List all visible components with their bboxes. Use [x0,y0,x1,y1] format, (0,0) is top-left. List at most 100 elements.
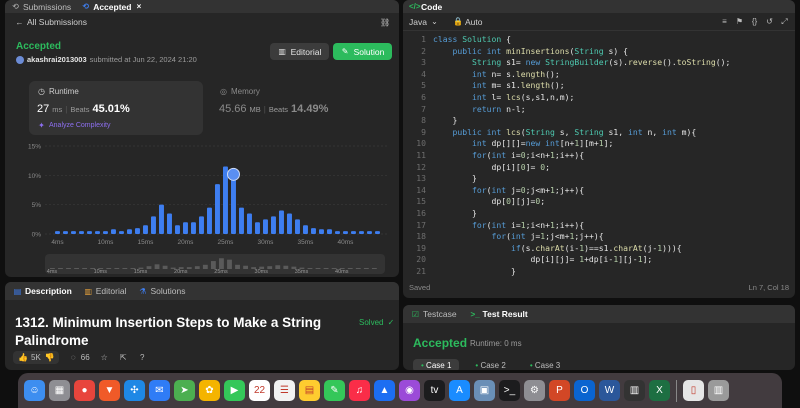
chart-bar[interactable] [279,210,284,234]
memory-card[interactable]: ◎ Memory 45.66 MB | Beats 14.49% [211,81,385,135]
code-line[interactable]: 3 String s1= new StringBuilder(s).revers… [403,57,795,69]
chart-bar[interactable] [63,231,68,234]
chart-bar[interactable] [87,231,92,234]
photos-icon[interactable]: ✿ [199,380,220,401]
calendar-icon[interactable]: 22 [249,380,270,401]
chart-bar[interactable] [207,207,212,234]
line-number[interactable]: 7 [403,104,433,116]
notes-icon[interactable]: ▤ [299,380,320,401]
code-line[interactable]: 5 int m= s1.length(); [403,80,795,92]
preview-icon[interactable]: ▣ [474,380,495,401]
code-line[interactable]: 14 for(int j=0;j<m+1;j++){ [403,185,795,197]
safari-icon[interactable]: ✣ [124,380,145,401]
chart-bar[interactable] [183,222,188,234]
piano-icon[interactable]: ▥ [624,380,645,401]
code-line[interactable]: 12 dp[i][0]= 0; [403,162,795,174]
case-tab-1[interactable]: • Case 1 [413,359,460,370]
chart-bar[interactable] [175,225,180,234]
chart-bar[interactable] [239,207,244,234]
avatar[interactable] [16,55,24,64]
line-number[interactable]: 1 [403,34,433,46]
code-line[interactable]: 9 public int lcs(String s, String s1, in… [403,127,795,139]
chart-bar[interactable] [111,229,116,234]
runtime-distribution-chart[interactable]: 0% 5% 10% 15% 4ms 10ms 15ms 20ms 25ms 30ms 35ms 40m… [13,138,393,250]
powerpoint-icon[interactable]: P [549,380,570,401]
chart-bar[interactable] [231,175,236,234]
finder-icon[interactable]: ☺ [24,380,45,401]
line-number[interactable]: 4 [403,69,433,81]
line-number[interactable]: 6 [403,92,433,104]
chart-bar[interactable] [191,222,196,234]
chart-bar[interactable] [303,225,308,234]
code-line[interactable]: 10 int dp[][]=new int[n+1][m+1]; [403,138,795,150]
chart-bar[interactable] [255,222,260,234]
code-line[interactable]: 7 return n-l; [403,104,795,116]
line-number[interactable]: 13 [403,173,433,185]
line-number[interactable]: 10 [403,138,433,150]
document-icon[interactable]: ▯ [683,380,704,401]
reminders-icon[interactable]: ☰ [274,380,295,401]
facetime-icon[interactable]: ▶ [224,380,245,401]
line-number[interactable]: 8 [403,115,433,127]
solution-button[interactable]: ✎ Solution [333,43,392,60]
code-line[interactable]: 20 dp[i][j]= 1+dp[i-1][j-1]; [403,254,795,266]
code-line[interactable]: 6 int l= lcs(s,s1,n,m); [403,92,795,104]
code-line[interactable]: 19 if(s.charAt(i-1)==s1.charAt(j-1))){ [403,243,795,255]
reset-icon[interactable]: ↺ [765,17,774,26]
chart-bar[interactable] [327,229,332,234]
author-name[interactable]: akashrai2013003 [27,55,87,64]
messages-icon[interactable]: ✎ [324,380,345,401]
thumbs-down-icon[interactable]: 👎 [45,353,55,362]
outlook-icon[interactable]: O [574,380,595,401]
editorial-button[interactable]: ▥ Editorial [270,43,329,60]
your-submission-marker[interactable] [226,167,240,181]
keynote-icon[interactable]: ▲ [374,380,395,401]
chart-bar[interactable] [199,216,204,234]
chart-bar[interactable] [295,219,300,234]
code-line[interactable]: 8 } [403,115,795,127]
code-line[interactable]: 15 dp[0][j]=0; [403,196,795,208]
trash-icon[interactable]: ▥ [708,380,729,401]
star-icon[interactable]: ☆ [100,353,109,362]
chrome-icon[interactable]: ● [74,380,95,401]
appstore-icon[interactable]: A [449,380,470,401]
chart-bar[interactable] [215,184,220,234]
line-number[interactable]: 17 [403,220,433,232]
runtime-card[interactable]: ◷ Runtime 27 ms | Beats 45.01% ✦ Analyze… [29,81,203,135]
language-select[interactable]: Java ⌄ [409,17,439,27]
chart-bar[interactable] [335,231,340,234]
thumbs-up-icon[interactable]: 👍 [18,353,28,362]
tab-editorial[interactable]: ▥ Editorial [84,286,126,296]
code-line[interactable]: 1 class Solution { [403,34,795,46]
autocomplete-mode[interactable]: 🔒 Auto [453,17,483,27]
line-number[interactable]: 2 [403,46,433,58]
line-number[interactable]: 11 [403,150,433,162]
code-line[interactable]: 13 } [403,173,795,185]
launchpad-icon[interactable]: ▦ [49,380,70,401]
braces-icon[interactable]: {} [750,17,759,26]
share-icon[interactable]: ⇱ [119,353,128,362]
chart-bar[interactable] [159,204,164,234]
tab-solutions[interactable]: ⚗ Solutions [138,286,185,296]
code-line[interactable]: 2 public int minInsertions(String s) { [403,46,795,58]
line-number[interactable]: 19 [403,243,433,255]
chart-bar[interactable] [103,231,108,234]
chart-bar[interactable] [247,213,252,234]
line-number[interactable]: 9 [403,127,433,139]
settings-icon[interactable]: ⚙ [524,380,545,401]
chart-bar[interactable] [271,216,276,234]
tab-submissions[interactable]: ⟲ Submissions [11,2,71,12]
code-line[interactable]: 21 } [403,266,795,278]
chart-bar[interactable] [319,229,324,234]
line-number[interactable]: 21 [403,266,433,278]
chart-bar[interactable] [375,231,380,234]
word-icon[interactable]: W [599,380,620,401]
chart-bar[interactable] [143,225,148,234]
chart-bar[interactable] [127,229,132,234]
brave-icon[interactable]: ▼ [99,380,120,401]
tab-test-result[interactable]: >_ Test Result [471,309,528,319]
back-all-submissions[interactable]: ← All Submissions [15,17,88,27]
music-icon[interactable]: ♫ [349,380,370,401]
chart-bar[interactable] [71,231,76,234]
chart-bar[interactable] [55,231,60,234]
